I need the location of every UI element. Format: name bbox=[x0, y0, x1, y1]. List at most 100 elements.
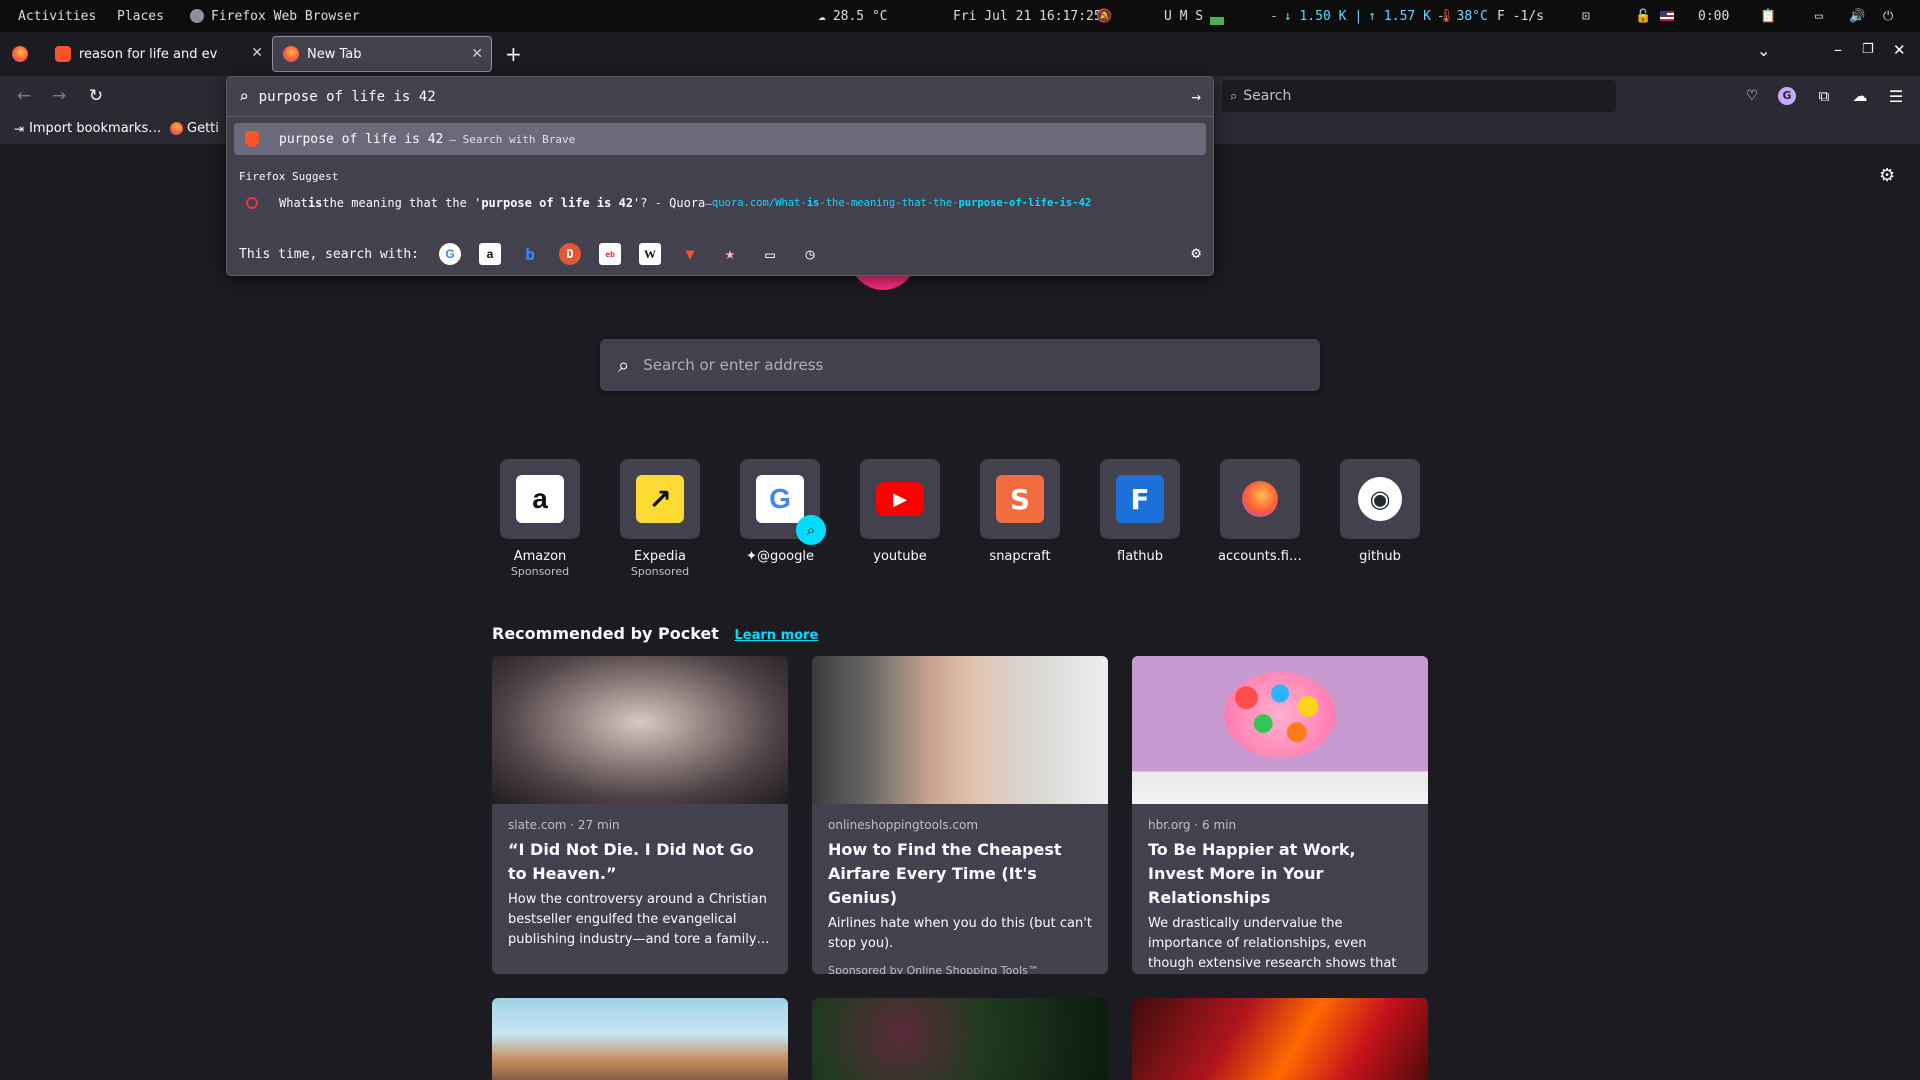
firefox-suggest-label: Firefox Suggest bbox=[239, 170, 339, 183]
tabs-icon[interactable]: ▭ bbox=[759, 243, 781, 265]
clipboard-icon[interactable]: 📋 bbox=[1760, 0, 1776, 32]
result-url-d: purpose-of-life-is-42 bbox=[958, 197, 1092, 209]
urlbar-value: purpose of life is 42 bbox=[258, 88, 436, 105]
forward-icon[interactable]: → bbox=[47, 84, 71, 108]
firefox-app-icon bbox=[190, 9, 204, 23]
top-site-google[interactable]: G ⌕ ✦@google bbox=[725, 459, 835, 564]
display-icon[interactable]: ▭ bbox=[1815, 0, 1823, 32]
system-monitor[interactable]: U M S bbox=[1164, 0, 1224, 32]
cloud-extension-icon[interactable]: ☁ bbox=[1848, 84, 1872, 108]
result-url-c: -the-meaning-that-the- bbox=[819, 197, 959, 209]
net-speed[interactable]: - ↓ 1.50 K | ↑ 1.57 K - bbox=[1270, 0, 1445, 32]
extensions-icon[interactable]: ⧉ bbox=[1812, 84, 1836, 108]
pocket-card-image[interactable] bbox=[1132, 998, 1428, 1080]
search-bar[interactable]: ⌕ Search bbox=[1222, 80, 1616, 112]
net-down: ↓ 1.50 K bbox=[1283, 8, 1347, 24]
urlbar-result-search-brave[interactable]: purpose of life is 42 — Search with Brav… bbox=[234, 123, 1206, 155]
sponsored-label: Sponsored bbox=[630, 565, 690, 578]
top-site-youtube[interactable]: ▶ youtube bbox=[845, 459, 955, 564]
lock-icon[interactable]: 🔓 bbox=[1635, 0, 1651, 32]
wikipedia-engine-icon[interactable]: W bbox=[639, 243, 662, 265]
top-site-expedia[interactable]: ↗ Expedia Sponsored bbox=[605, 459, 715, 578]
ebay-engine-icon[interactable]: eb bbox=[599, 243, 622, 265]
card-source: slate.com · 27 min bbox=[508, 818, 620, 832]
close-tab-icon[interactable]: ✕ bbox=[471, 46, 483, 62]
list-all-tabs-icon[interactable]: ⌄ bbox=[1757, 41, 1770, 60]
pocket-card-image[interactable] bbox=[492, 998, 788, 1080]
google-engine-icon[interactable]: G bbox=[439, 243, 462, 265]
bookmarks-star-icon[interactable]: ★ bbox=[719, 243, 741, 265]
app-menu-icon[interactable]: ☰ bbox=[1884, 84, 1908, 108]
one-off-search-bar: This time, search with: G a b D eb W ▼ ★… bbox=[227, 233, 1213, 275]
top-site-label: Amazon bbox=[513, 549, 567, 564]
pocket-card[interactable]: slate.com · 27 min “I Did Not Die. I Did… bbox=[492, 656, 788, 974]
clock[interactable]: Fri Jul 21 16:17:25 bbox=[953, 0, 1102, 32]
urlbar-input[interactable]: ⌕ purpose of life is 42 → bbox=[227, 77, 1213, 117]
cpu-temp[interactable]: 🌡 38°C bbox=[1438, 0, 1488, 32]
result-title-mid: the meaning that the ' bbox=[322, 196, 482, 210]
places-menu[interactable]: Places bbox=[117, 0, 164, 32]
pin-icon: ✦ bbox=[746, 549, 757, 564]
app-menu[interactable]: Firefox Web Browser bbox=[190, 0, 360, 32]
close-window-icon[interactable]: ✕ bbox=[1893, 41, 1906, 59]
brave-engine-icon[interactable]: ▼ bbox=[679, 243, 701, 265]
learn-more-link[interactable]: Learn more bbox=[735, 628, 819, 643]
import-bookmarks[interactable]: ⇥ Import bookmarks… bbox=[14, 121, 161, 136]
history-clock-icon[interactable]: ◷ bbox=[799, 243, 821, 265]
account-avatar[interactable]: G bbox=[1775, 84, 1799, 108]
newtab-search-box[interactable]: ⌕ Search or enter address bbox=[600, 339, 1320, 391]
bell-off-icon[interactable]: 🔕 bbox=[1096, 0, 1112, 32]
result-title-is: is bbox=[307, 196, 323, 210]
pocket-icon[interactable]: ♡ bbox=[1740, 84, 1764, 108]
search-settings-icon[interactable]: ⚙ bbox=[1191, 243, 1201, 262]
result-title: purpose of life is 42 bbox=[279, 131, 444, 147]
restore-icon[interactable]: ❐ bbox=[1862, 42, 1874, 57]
card-sponsor: Sponsored by Online Shopping Tools™ bbox=[828, 964, 1039, 974]
us-flag-icon[interactable] bbox=[1660, 0, 1674, 32]
new-tab-button[interactable]: + bbox=[505, 42, 522, 66]
page-settings-icon[interactable]: ⚙ bbox=[1879, 165, 1895, 186]
card-title: “I Did Not Die. I Did Not Go to Heaven.” bbox=[508, 840, 754, 883]
top-site-accounts-firefox[interactable]: accounts.fi… bbox=[1205, 459, 1315, 564]
reload-icon[interactable]: ↻ bbox=[84, 84, 108, 108]
urlbar-dropdown: ⌕ purpose of life is 42 → purpose of lif… bbox=[226, 76, 1214, 276]
close-tab-icon[interactable]: ✕ bbox=[251, 45, 263, 61]
tab-strip: reason for life and ev ✕ New Tab ✕ + ⌄ –… bbox=[0, 32, 1920, 76]
top-site-github[interactable]: ◉ github bbox=[1325, 459, 1435, 564]
tab-reason-for-life[interactable]: reason for life and ev ✕ bbox=[45, 36, 263, 72]
fan-speed[interactable]: F -1/s bbox=[1497, 0, 1544, 32]
app-menu-label: Firefox Web Browser bbox=[211, 8, 360, 24]
thermometer-icon: 🌡 bbox=[1438, 8, 1455, 24]
back-icon[interactable]: ← bbox=[12, 84, 36, 108]
top-site-amazon[interactable]: a Amazon Sponsored bbox=[485, 459, 595, 578]
urlbar-result-quora[interactable]: What is the meaning that the ' purpose of… bbox=[234, 187, 1206, 219]
card-image bbox=[812, 656, 1108, 804]
weather-indicator[interactable]: ☁ 28.5 °C bbox=[818, 0, 888, 32]
bing-engine-icon[interactable]: b bbox=[519, 243, 541, 265]
github-icon: ◉ bbox=[1358, 477, 1402, 521]
activities-button[interactable]: Activities bbox=[18, 0, 96, 32]
volume-icon[interactable]: 🔊 bbox=[1849, 0, 1865, 32]
search-bar-placeholder: Search bbox=[1243, 88, 1292, 104]
go-arrow-icon[interactable]: → bbox=[1191, 87, 1201, 106]
bookmark-getting-started[interactable]: Getti bbox=[170, 121, 219, 136]
amazon-engine-icon[interactable]: a bbox=[479, 243, 502, 265]
power-icon[interactable]: ⏻ bbox=[1883, 0, 1893, 32]
firefox-view-icon[interactable] bbox=[12, 46, 28, 62]
search-shortcut-badge-icon: ⌕ bbox=[796, 515, 826, 545]
result-separator: — bbox=[705, 196, 712, 210]
minimize-icon[interactable]: – bbox=[1834, 40, 1842, 59]
pocket-card[interactable]: hbr.org · 6 min To Be Happier at Work, I… bbox=[1132, 656, 1428, 974]
screenshot-icon[interactable]: ⊡ bbox=[1582, 0, 1590, 32]
duckduckgo-engine-icon[interactable]: D bbox=[559, 243, 582, 265]
top-site-flathub[interactable]: F flathub bbox=[1085, 459, 1195, 564]
pocket-card[interactable]: onlineshoppingtools.com How to Find the … bbox=[812, 656, 1108, 974]
timer[interactable]: 0:00 bbox=[1698, 0, 1729, 32]
firefox-icon bbox=[1242, 481, 1278, 517]
tab-new-tab[interactable]: New Tab ✕ bbox=[272, 36, 492, 72]
cpu-temp-value: 38°C bbox=[1456, 8, 1488, 24]
quora-icon bbox=[246, 197, 258, 209]
result-title-post: '? - Quora bbox=[633, 196, 706, 210]
top-site-snapcraft[interactable]: S snapcraft bbox=[965, 459, 1075, 564]
pocket-card-image[interactable] bbox=[812, 998, 1108, 1080]
